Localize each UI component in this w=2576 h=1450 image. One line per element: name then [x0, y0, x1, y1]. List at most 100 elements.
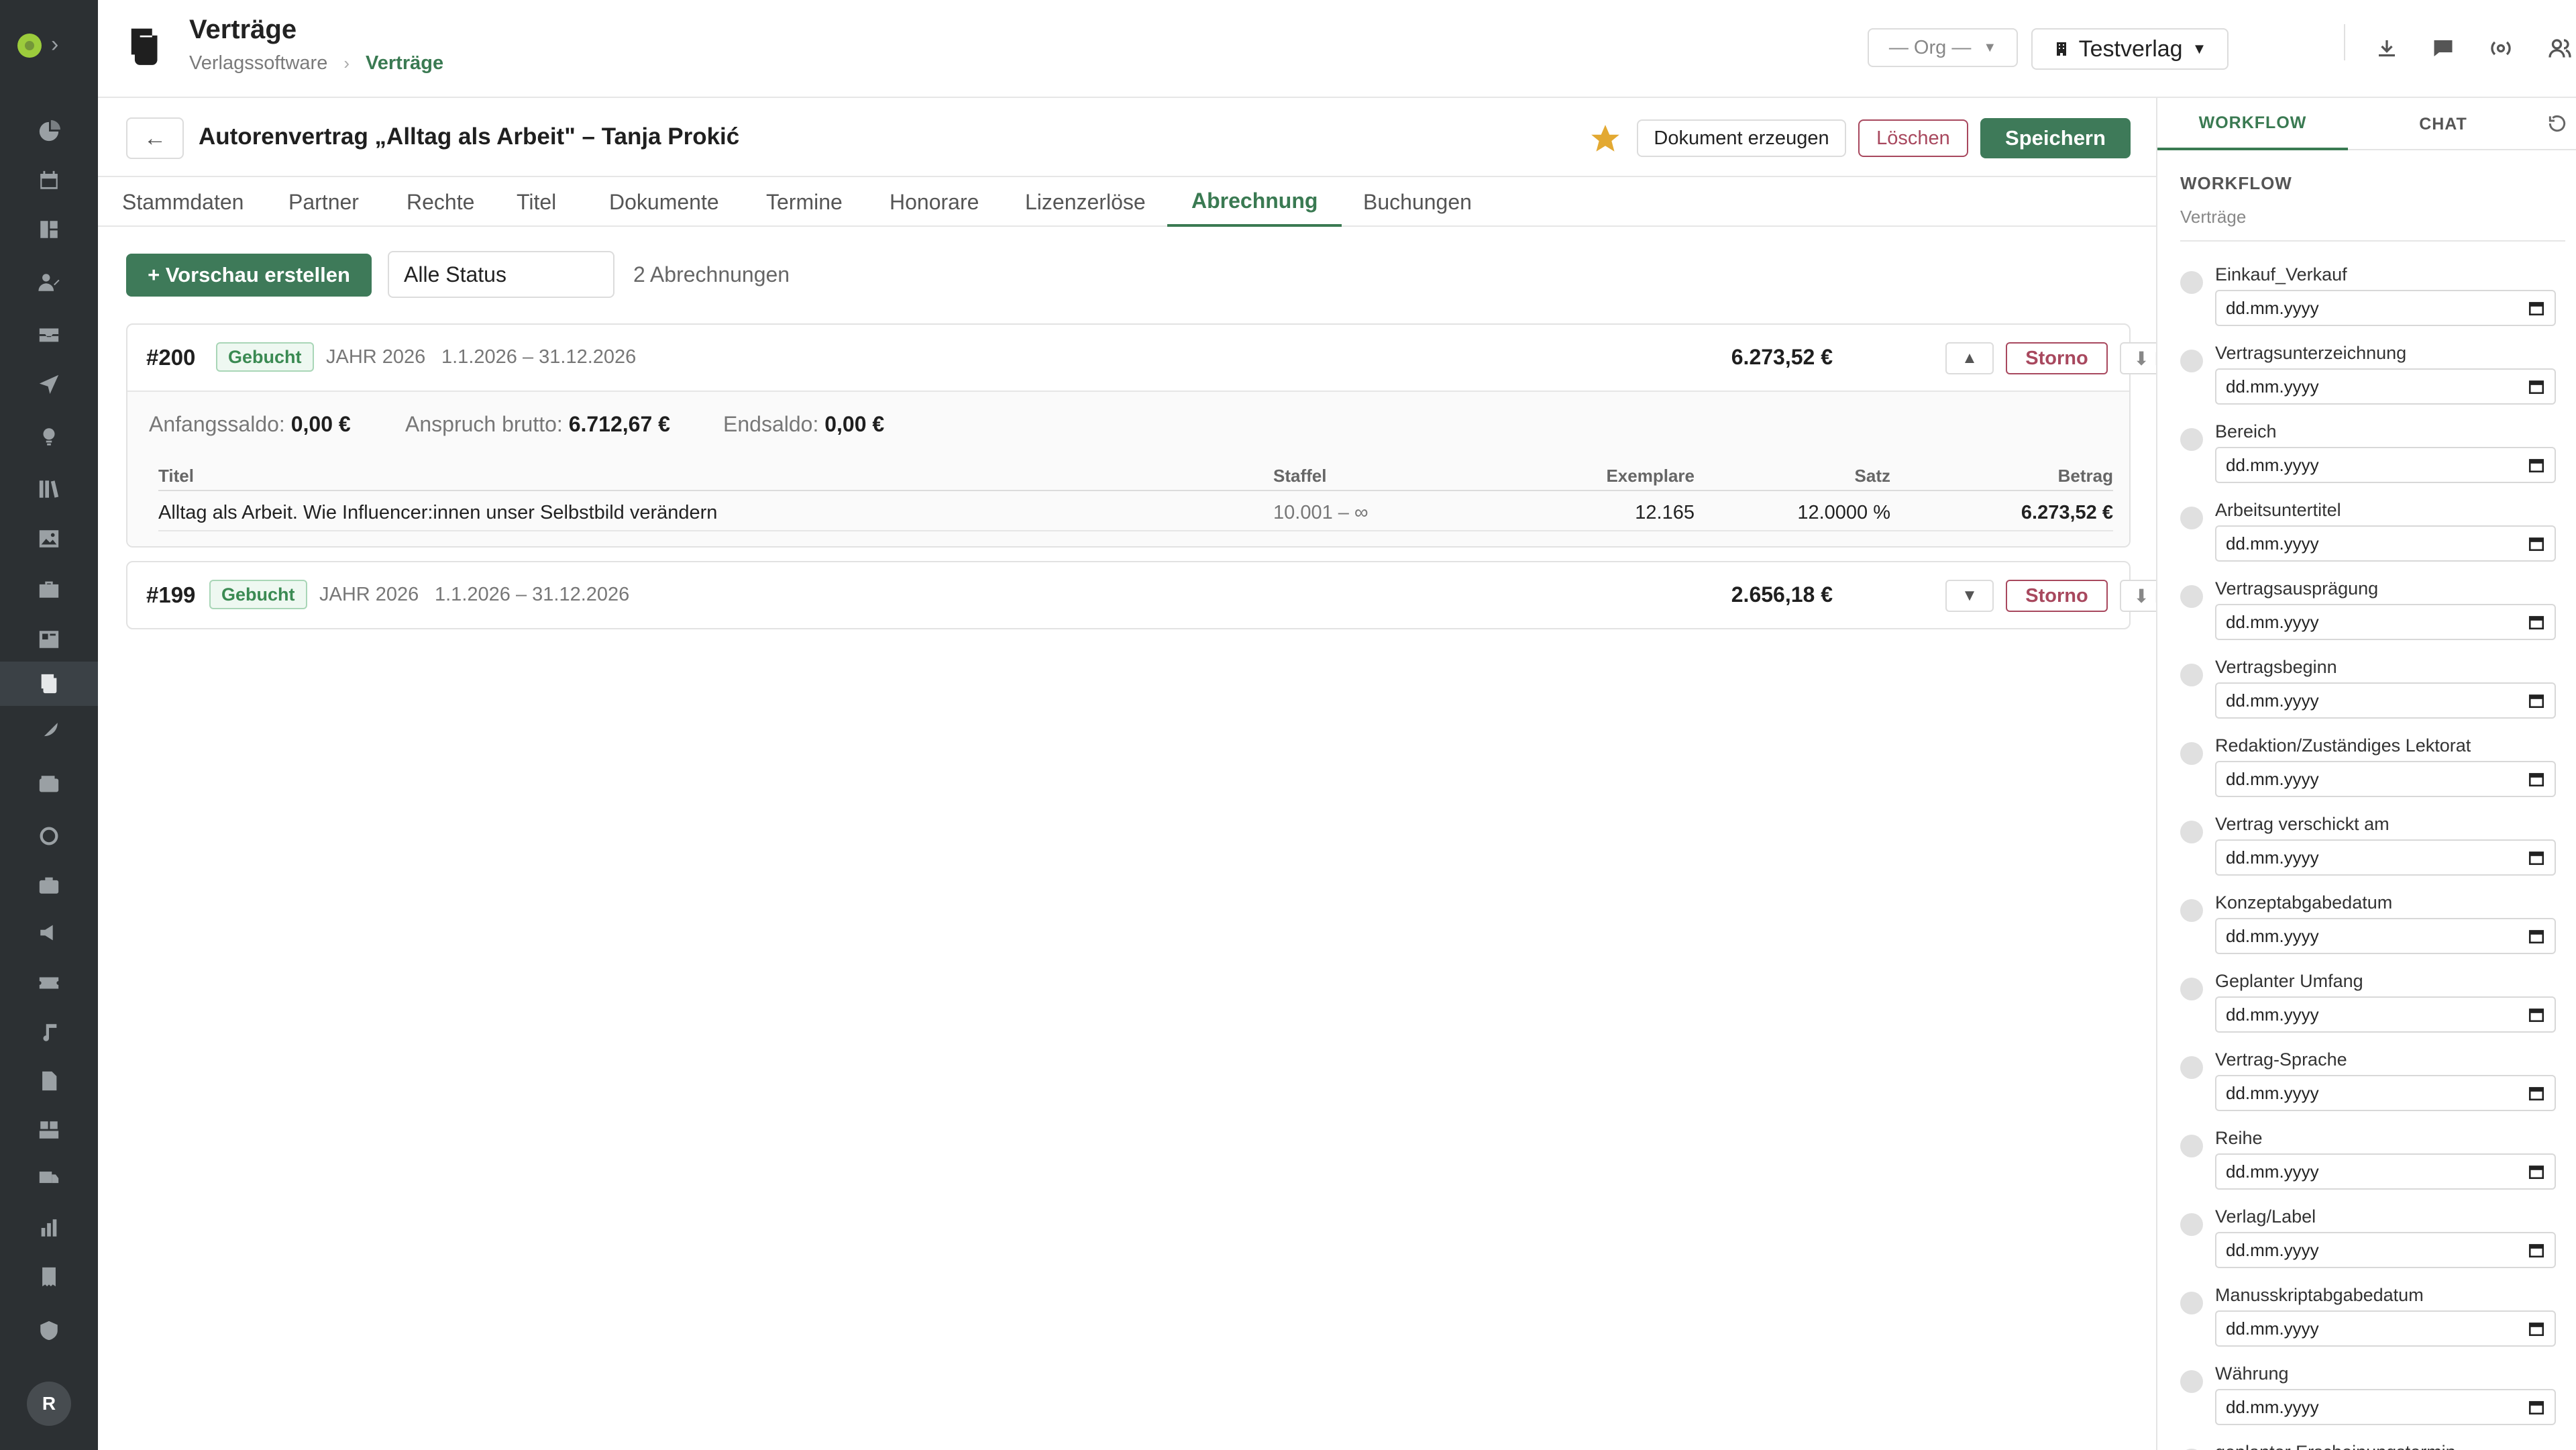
sidebar-ideas-icon[interactable]	[0, 415, 98, 459]
sidebar-audio-icon[interactable]	[0, 1011, 98, 1055]
sidebar-tickets-icon[interactable]	[0, 961, 98, 1005]
sidebar-business-icon[interactable]	[0, 567, 98, 611]
sidebar-media-icon[interactable]	[0, 617, 98, 662]
sidebar-security-icon[interactable]	[0, 1308, 98, 1353]
sidebar-images-icon[interactable]	[0, 517, 98, 561]
workflow-date-input[interactable]: dd.mm.yyyy	[2215, 368, 2556, 405]
tab-rechte[interactable]: Rechte	[382, 177, 498, 227]
workflow-status-dot[interactable]	[2180, 271, 2203, 294]
sidebar-marketing-icon[interactable]	[0, 911, 98, 955]
calendar-icon[interactable]	[2528, 1241, 2545, 1259]
workflow-date-input[interactable]: dd.mm.yyyy	[2215, 996, 2556, 1033]
calendar-icon[interactable]	[2528, 927, 2545, 945]
save-button[interactable]: Speichern	[1980, 118, 2131, 158]
calendar-icon[interactable]	[2528, 1006, 2545, 1023]
sidebar-calendar-icon[interactable]	[0, 158, 98, 203]
statement-header[interactable]: #200 Gebucht JAHR 2026 1.1.2026 – 31.12.…	[127, 325, 2206, 391]
workflow-date-input[interactable]: dd.mm.yyyy	[2215, 761, 2556, 797]
calendar-icon[interactable]	[2528, 692, 2545, 709]
calendar-icon[interactable]	[2528, 1320, 2545, 1337]
calendar-icon[interactable]	[2528, 770, 2545, 788]
collapse-button[interactable]: ▲	[1945, 342, 1994, 374]
app-logo-icon[interactable]	[17, 34, 42, 58]
tab-lizenzerloese[interactable]: Lizenzerlöse	[1001, 177, 1170, 227]
workflow-status-dot[interactable]	[2180, 899, 2203, 922]
calendar-icon[interactable]	[2528, 849, 2545, 866]
sidebar-inbox-icon[interactable]	[0, 312, 98, 356]
status-filter-select[interactable]: Alle Status	[388, 251, 614, 298]
workflow-date-input[interactable]: dd.mm.yyyy	[2215, 1389, 2556, 1425]
tab-honorare[interactable]: Honorare	[865, 177, 1003, 227]
storno-button[interactable]: Storno	[2006, 580, 2108, 612]
workflow-date-input[interactable]: dd.mm.yyyy	[2215, 525, 2556, 562]
sidebar-circle-icon[interactable]	[0, 814, 98, 858]
tab-workflow[interactable]: WORKFLOW	[2157, 98, 2348, 150]
tab-dokumente[interactable]: Dokumente	[585, 177, 743, 227]
tab-termine[interactable]: Termine	[742, 177, 867, 227]
workflow-status-dot[interactable]	[2180, 978, 2203, 1000]
workflow-status-dot[interactable]	[2180, 507, 2203, 529]
tab-partner[interactable]: Partner	[264, 177, 383, 227]
calendar-icon[interactable]	[2528, 1084, 2545, 1102]
tab-stammdaten[interactable]: Stammdaten	[98, 177, 268, 227]
workflow-date-input[interactable]: dd.mm.yyyy	[2215, 1153, 2556, 1190]
integrations-icon[interactable]	[2482, 30, 2520, 67]
sidebar-authors-icon[interactable]	[0, 260, 98, 305]
tab-titel[interactable]: Titel	[492, 177, 580, 227]
sidebar-stats-icon[interactable]	[0, 1206, 98, 1250]
calendar-icon[interactable]	[2528, 1398, 2545, 1416]
back-button[interactable]: ←	[126, 117, 184, 159]
sidebar-writing-icon[interactable]	[0, 709, 98, 754]
workflow-date-input[interactable]: dd.mm.yyyy	[2215, 682, 2556, 719]
workflow-status-dot[interactable]	[2180, 821, 2203, 843]
workflow-date-input[interactable]: dd.mm.yyyy	[2215, 1310, 2556, 1347]
sidebar-shipping-icon[interactable]	[0, 1156, 98, 1200]
workflow-date-input[interactable]: dd.mm.yyyy	[2215, 290, 2556, 326]
expand-sidebar-icon[interactable]: ›	[51, 31, 58, 58]
sidebar-board-icon[interactable]	[0, 207, 98, 252]
sidebar-dashboard-icon[interactable]	[0, 109, 98, 154]
sidebar-briefcase-icon[interactable]	[0, 863, 98, 907]
delete-button[interactable]: Löschen	[1858, 119, 1968, 157]
sidebar-receipt-icon[interactable]	[0, 1255, 98, 1299]
users-icon[interactable]	[2541, 30, 2576, 67]
generate-document-button[interactable]: Dokument erzeugen	[1637, 119, 1846, 157]
calendar-icon[interactable]	[2528, 299, 2545, 317]
chat-icon[interactable]	[2424, 30, 2462, 67]
storno-button[interactable]: Storno	[2006, 342, 2108, 374]
workflow-status-dot[interactable]	[2180, 585, 2203, 608]
calendar-icon[interactable]	[2528, 613, 2545, 631]
statement-header[interactable]: #199 Gebucht JAHR 2026 1.1.2026 – 31.12.…	[127, 562, 2206, 628]
workflow-status-dot[interactable]	[2180, 1056, 2203, 1079]
calendar-icon[interactable]	[2528, 456, 2545, 474]
workflow-status-dot[interactable]	[2180, 664, 2203, 686]
sidebar-wallet-icon[interactable]	[0, 762, 98, 807]
create-preview-button[interactable]: + Vorschau erstellen	[126, 254, 372, 297]
tab-abrechnung[interactable]: Abrechnung	[1167, 177, 1342, 227]
workflow-status-dot[interactable]	[2180, 428, 2203, 451]
workflow-status-dot[interactable]	[2180, 350, 2203, 372]
calendar-icon[interactable]	[2528, 1163, 2545, 1180]
workflow-status-dot[interactable]	[2180, 742, 2203, 765]
tab-buchungen[interactable]: Buchungen	[1339, 177, 1496, 227]
workflow-status-dot[interactable]	[2180, 1292, 2203, 1314]
download-icon[interactable]	[2368, 30, 2406, 67]
workflow-date-input[interactable]: dd.mm.yyyy	[2215, 918, 2556, 954]
calendar-icon[interactable]	[2528, 378, 2545, 395]
org-select[interactable]: — Org — ▼	[1868, 28, 2018, 67]
star-icon[interactable]	[1589, 122, 1622, 156]
sidebar-library-icon[interactable]	[0, 467, 98, 511]
sidebar-contracts-icon[interactable]	[0, 662, 98, 706]
refresh-icon[interactable]	[2546, 113, 2568, 134]
workflow-date-input[interactable]: dd.mm.yyyy	[2215, 604, 2556, 640]
workflow-date-input[interactable]: dd.mm.yyyy	[2215, 1232, 2556, 1268]
tab-chat[interactable]: CHAT	[2348, 98, 2538, 150]
sidebar-warehouse-icon[interactable]	[0, 1108, 98, 1152]
workflow-date-input[interactable]: dd.mm.yyyy	[2215, 839, 2556, 876]
workflow-date-input[interactable]: dd.mm.yyyy	[2215, 447, 2556, 483]
breadcrumb-root[interactable]: Verlagssoftware	[189, 52, 327, 74]
sidebar-file-icon[interactable]	[0, 1059, 98, 1103]
sidebar-send-icon[interactable]	[0, 362, 98, 407]
workflow-status-dot[interactable]	[2180, 1370, 2203, 1393]
calendar-icon[interactable]	[2528, 535, 2545, 552]
